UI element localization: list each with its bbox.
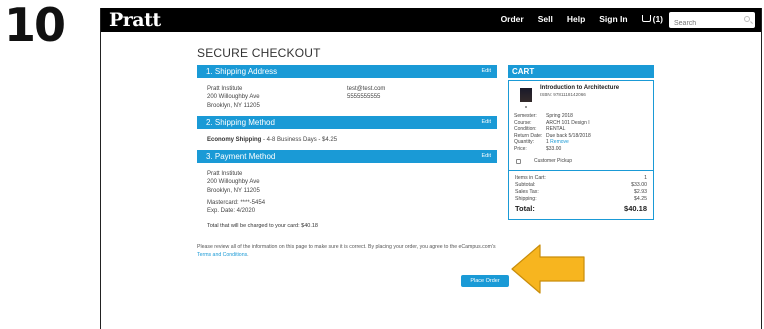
cart-count: (1) bbox=[652, 14, 663, 24]
pay-street: 200 Willoughby Ave bbox=[207, 179, 260, 186]
book-cover-thumbnail bbox=[520, 88, 532, 108]
shipping-address-body: Pratt Institute 200 Willoughby Ave Brook… bbox=[197, 78, 497, 116]
payment-method-edit-link[interactable]: Edit bbox=[482, 153, 491, 159]
item-details: Semester: Spring 2018 Course: ARCH 101 Des… bbox=[514, 113, 648, 152]
items-label: Items in Cart: bbox=[515, 175, 546, 181]
checkout-sections: 1. Shipping Address Edit Pratt Institute… bbox=[197, 65, 497, 259]
search-input[interactable] bbox=[669, 16, 739, 31]
search-icon[interactable] bbox=[744, 16, 750, 22]
item-title: Introduction to Architecture bbox=[540, 85, 620, 91]
shipping-method-detail: - 4-8 Business Days - $4.25 bbox=[261, 136, 338, 143]
place-order-button[interactable]: Place Order bbox=[461, 275, 509, 287]
payment-method-body: Pratt Institute 200 Willoughby Ave Brook… bbox=[197, 163, 497, 242]
total-charged: Total that will be charged to your card:… bbox=[207, 223, 318, 230]
payment-method-header: 3. Payment Method Edit bbox=[197, 150, 497, 164]
nav-sell[interactable]: Sell bbox=[538, 14, 553, 24]
ship-name: Pratt Institute bbox=[207, 86, 243, 92]
review-end: . bbox=[247, 251, 249, 258]
ship-street: 200 Willoughby Ave bbox=[207, 94, 260, 101]
pay-exp: Exp. Date: 4/2020 bbox=[207, 208, 256, 215]
search-box[interactable] bbox=[669, 12, 755, 31]
total-label: Total: bbox=[515, 204, 535, 214]
nav-order[interactable]: Order bbox=[501, 14, 524, 24]
payment-method-title: 3. Payment Method bbox=[206, 152, 276, 162]
pickup-checkbox[interactable] bbox=[516, 158, 521, 164]
customer-pickup-option[interactable]: Customer Pickup bbox=[516, 158, 648, 164]
ship-phone: 5555555555 bbox=[347, 94, 381, 101]
top-nav-bar: Pratt Order Sell Help Sign In (1) bbox=[101, 8, 761, 32]
cart-item: Introduction to Architecture ISBN: 97811… bbox=[509, 81, 653, 170]
terms-link[interactable]: Terms and Conditions bbox=[197, 252, 247, 258]
total-value: $40.18 bbox=[624, 204, 647, 214]
pickup-label: Customer Pickup bbox=[534, 158, 573, 164]
shipping-address-header: 1. Shipping Address Edit bbox=[197, 65, 497, 78]
item-isbn: ISBN: 9781118142066 bbox=[540, 92, 586, 97]
pay-card: Mastercard: ****-5454 bbox=[207, 199, 266, 206]
items-value: 1 bbox=[644, 175, 647, 181]
page-title: SECURE CHECKOUT bbox=[197, 46, 321, 60]
nav-sign-in[interactable]: Sign In bbox=[599, 14, 627, 24]
shipping-method-title: 2. Shipping Method bbox=[206, 117, 275, 127]
pay-name: Pratt Institute bbox=[207, 171, 243, 178]
ship-city: Brooklyn, NY 11205 bbox=[207, 102, 260, 109]
subtotal-value: $33.00 bbox=[631, 182, 647, 189]
review-text: Please review all of the information on … bbox=[197, 243, 496, 250]
top-nav-links: Order Sell Help Sign In (1) bbox=[501, 14, 663, 24]
pratt-logo[interactable]: Pratt bbox=[109, 9, 161, 31]
shipping-label: Shipping: bbox=[515, 196, 537, 203]
cart-box: Introduction to Architecture ISBN: 97811… bbox=[508, 80, 654, 221]
cart-header: CART bbox=[508, 65, 654, 78]
shipping-address-edit-link[interactable]: Edit bbox=[482, 68, 491, 74]
cart-totals: Items in Cart: 1 Subtotal: $33.00 Sales Ta… bbox=[509, 170, 653, 219]
tax-value: $2.93 bbox=[634, 189, 647, 196]
shipping-method-body: Economy Shipping - 4-8 Business Days - $… bbox=[197, 129, 497, 150]
browser-frame: Pratt Order Sell Help Sign In (1) SECURE… bbox=[100, 8, 762, 329]
shipping-method-header: 2. Shipping Method Edit bbox=[197, 115, 497, 129]
ship-email: test@test.com bbox=[347, 86, 386, 92]
detail-value: $33.00 bbox=[546, 145, 562, 152]
review-notice: Please review all of the information on … bbox=[197, 244, 497, 259]
nav-cart[interactable]: (1) bbox=[641, 14, 663, 24]
tax-label: Sales Tax: bbox=[515, 189, 539, 196]
shipping-value: $4.25 bbox=[634, 196, 647, 203]
shipping-method-name: Economy Shipping bbox=[207, 136, 262, 143]
subtotal-label: Subtotal: bbox=[515, 182, 536, 189]
pointer-arrow-icon bbox=[511, 244, 585, 294]
shipping-method-edit-link[interactable]: Edit bbox=[482, 119, 491, 125]
cart-panel: CART Introduction to Architecture ISBN: … bbox=[508, 65, 654, 221]
nav-help[interactable]: Help bbox=[567, 14, 585, 24]
pay-city: Brooklyn, NY 11205 bbox=[207, 187, 260, 194]
step-number: 10 bbox=[4, 0, 66, 52]
detail-label: Price: bbox=[514, 145, 527, 152]
shipping-address-title: 1. Shipping Address bbox=[206, 67, 278, 76]
cart-icon bbox=[641, 14, 651, 22]
